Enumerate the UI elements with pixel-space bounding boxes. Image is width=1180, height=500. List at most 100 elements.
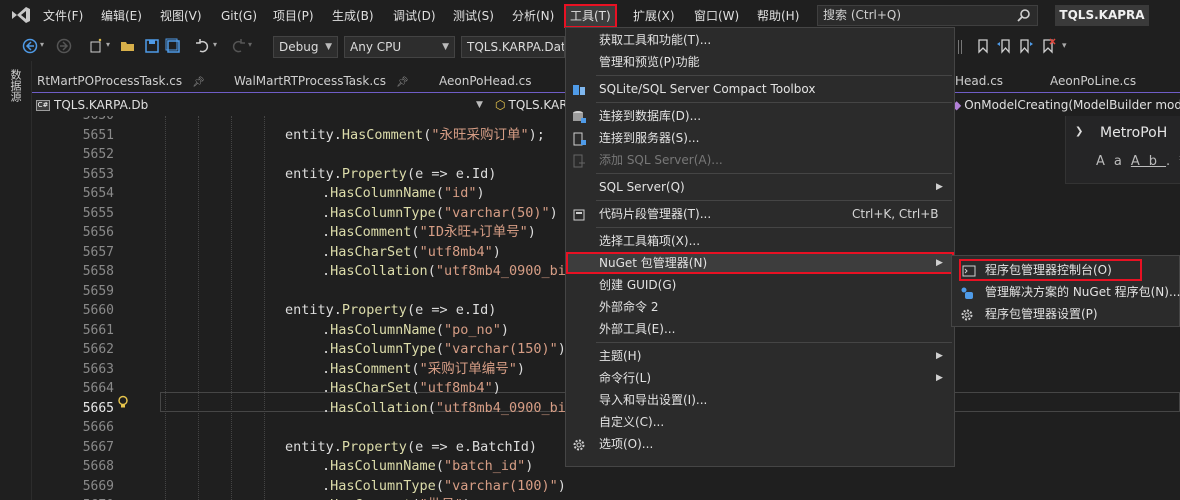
pin-icon[interactable]: 📌︎ <box>396 77 409 88</box>
tab-aeonpoline[interactable]: AeonPoLine.cs <box>1045 71 1136 92</box>
tools-menu-item[interactable]: 自定义(C)... <box>566 411 954 433</box>
tab-label: AeonPoLine.cs <box>1050 74 1137 88</box>
menu-window[interactable]: 窗口(W) <box>694 6 739 26</box>
project-dropdown[interactable]: C# TQLS.KARPA.Db <box>36 95 486 115</box>
code-token: . <box>322 224 331 240</box>
code-token: ( <box>435 185 444 201</box>
menu-extensions[interactable]: 扩展(X) <box>633 6 675 26</box>
menu-item-label: 连接到服务器(S)... <box>599 131 700 145</box>
search-input[interactable]: 搜索 (Ctrl+Q) <box>817 5 1038 26</box>
open-folder-icon[interactable] <box>120 38 136 54</box>
menu-item-label: 选项(O)... <box>599 437 654 451</box>
class-dropdown[interactable]: ⬡ TQLS.KAR <box>495 95 565 115</box>
menu-item-label: 代码片段管理器(T)... <box>599 207 712 221</box>
menu-edit[interactable]: 编辑(E) <box>101 6 142 26</box>
tools-menu-item[interactable]: SQL Server(Q) ▶ <box>566 176 954 198</box>
expand-chevron-icon[interactable]: ❯ <box>1075 126 1083 137</box>
tools-menu-item[interactable]: 创建 GUID(G) <box>566 274 954 296</box>
bookmark-icon[interactable] <box>975 38 991 54</box>
menu-file[interactable]: 文件(F) <box>43 6 83 26</box>
tools-menu-item[interactable]: 代码片段管理器(T)... Ctrl+K, Ctrl+B <box>566 203 954 225</box>
tools-menu-item[interactable]: 连接到数据库(D)... <box>566 105 954 127</box>
new-project-icon[interactable] <box>88 38 104 54</box>
save-all-icon[interactable] <box>165 38 181 54</box>
configuration-select[interactable]: Debug ▼ <box>273 36 338 58</box>
tools-menu-item[interactable]: 外部命令 2 <box>566 296 954 318</box>
menu-git[interactable]: Git(G) <box>221 6 257 26</box>
tools-menu-item[interactable]: 连接到服务器(S)... <box>566 127 954 149</box>
menu-view[interactable]: 视图(V) <box>160 6 202 26</box>
find-text[interactable]: MetroPoH <box>1100 125 1167 141</box>
startup-project-select[interactable]: TQLS.KARPA.Data <box>461 36 565 58</box>
menu-analyze[interactable]: 分析(N) <box>512 6 554 26</box>
back-icon[interactable] <box>22 38 38 54</box>
code-token: (e => e.BatchId) <box>406 438 537 455</box>
tools-menu-item[interactable]: 命令行(L) ▶ <box>566 367 954 389</box>
code-token: entity. <box>285 126 342 143</box>
visual-studio-logo-icon[interactable] <box>10 5 32 25</box>
pin-icon[interactable]: 📌︎ <box>192 77 205 88</box>
code-token: HasComment <box>330 360 412 377</box>
tools-menu-item[interactable]: 导入和导出设置(I)... <box>566 389 954 411</box>
tab-rtmart[interactable]: RtMartPOProcessTask.cs 📌︎ <box>32 71 205 92</box>
match-case-icon[interactable]: Aa <box>1096 154 1131 169</box>
menu-separator <box>596 200 952 201</box>
code-token: HasComment <box>330 224 412 240</box>
menu-build[interactable]: 生成(B) <box>332 6 374 26</box>
line-number: 5665 <box>82 400 114 416</box>
menu-item-label: SQL Server(Q) <box>599 180 685 194</box>
tools-menu-item[interactable]: 主题(H) ▶ <box>566 345 954 367</box>
save-icon[interactable] <box>144 38 160 54</box>
back-dropdown-icon[interactable]: ▾ <box>40 40 56 56</box>
code-token: entity. <box>285 438 342 455</box>
code-text: entity.Property(e => e.Id) <box>285 301 496 321</box>
whole-word-icon[interactable]: Ab <box>1131 154 1166 169</box>
redo-dropdown-icon[interactable]: ▾ <box>248 40 264 56</box>
member-dropdown[interactable]: ◆ OnModelCreating(ModelBuilder mod <box>952 95 1180 115</box>
data-sources-tab[interactable]: 数据源 <box>9 69 23 102</box>
next-bookmark-icon[interactable] <box>1018 38 1034 54</box>
tab-aeonpohead[interactable]: AeonPoHead.cs <box>434 71 532 92</box>
menu-item-label: 获取工具和功能(T)... <box>599 33 712 47</box>
nuget-menu-item[interactable]: 管理解决方案的 NuGet 程序包(N)... <box>952 281 1180 303</box>
tools-menu-item[interactable]: NuGet 包管理器(N) ▶ <box>566 252 954 274</box>
tools-menu-item[interactable]: 获取工具和功能(T)... <box>566 29 954 51</box>
menu-tools[interactable]: 工具(T) <box>564 4 617 28</box>
tools-menu-item[interactable]: SQLite/SQL Server Compact Toolbox <box>566 78 954 100</box>
prev-bookmark-icon[interactable] <box>996 38 1012 54</box>
tools-menu-item[interactable]: 外部工具(E)... <box>566 318 954 340</box>
tools-menu-item[interactable]: 选项(O)... <box>566 433 954 455</box>
undo-icon[interactable] <box>195 38 211 54</box>
tools-menu-item[interactable]: 选择工具箱项(X)... <box>566 230 954 252</box>
menu-help[interactable]: 帮助(H) <box>757 6 799 26</box>
nuget-menu-item[interactable]: 程序包管理器控制台(O) <box>959 259 1142 281</box>
redo-icon[interactable] <box>230 38 246 54</box>
menu-item-label: 程序包管理器控制台(O) <box>985 263 1112 277</box>
undo-dropdown-icon[interactable]: ▾ <box>213 40 229 56</box>
csharp-file-icon: C# <box>36 100 50 111</box>
clear-bookmarks-icon[interactable] <box>1040 38 1056 54</box>
chevron-down-icon[interactable]: ▼ <box>476 95 486 115</box>
code-token: . <box>322 380 331 396</box>
tab-walmart[interactable]: WalMartRTProcessTask.cs 📌︎ <box>229 71 409 92</box>
regex-icon[interactable]: .* <box>1166 154 1180 169</box>
tab-head[interactable]: Head.cs <box>950 71 1003 92</box>
nuget-menu-item[interactable]: 程序包管理器设置(P) <box>952 303 1180 325</box>
forward-icon[interactable] <box>56 38 72 54</box>
code-token: ( <box>435 477 444 494</box>
tab-label: RtMartPOProcessTask.cs <box>37 74 183 88</box>
menu-debug[interactable]: 调试(D) <box>393 6 436 26</box>
code-text: entity.Property(e => e.Id) <box>285 165 496 185</box>
menu-project[interactable]: 项目(P) <box>273 6 314 26</box>
code-token: HasComment <box>341 126 424 143</box>
toolbar-overflow-icon[interactable]: ▾ <box>1062 41 1078 57</box>
menu-test[interactable]: 测试(S) <box>453 6 494 26</box>
code-token: HasColumnName <box>330 458 436 474</box>
code-token: ( <box>435 321 444 338</box>
find-panel: ❯ MetroPoH AaAb.* <box>1065 116 1180 184</box>
platform-select[interactable]: Any CPU ▼ <box>344 36 455 58</box>
code-token: HasCollation <box>330 263 428 279</box>
tools-menu-item[interactable]: 管理和预览(P)功能 <box>566 51 954 73</box>
menu-item-label: 选择工具箱项(X)... <box>599 234 701 248</box>
solution-name-badge[interactable]: TQLS.KAPRA <box>1055 5 1149 26</box>
